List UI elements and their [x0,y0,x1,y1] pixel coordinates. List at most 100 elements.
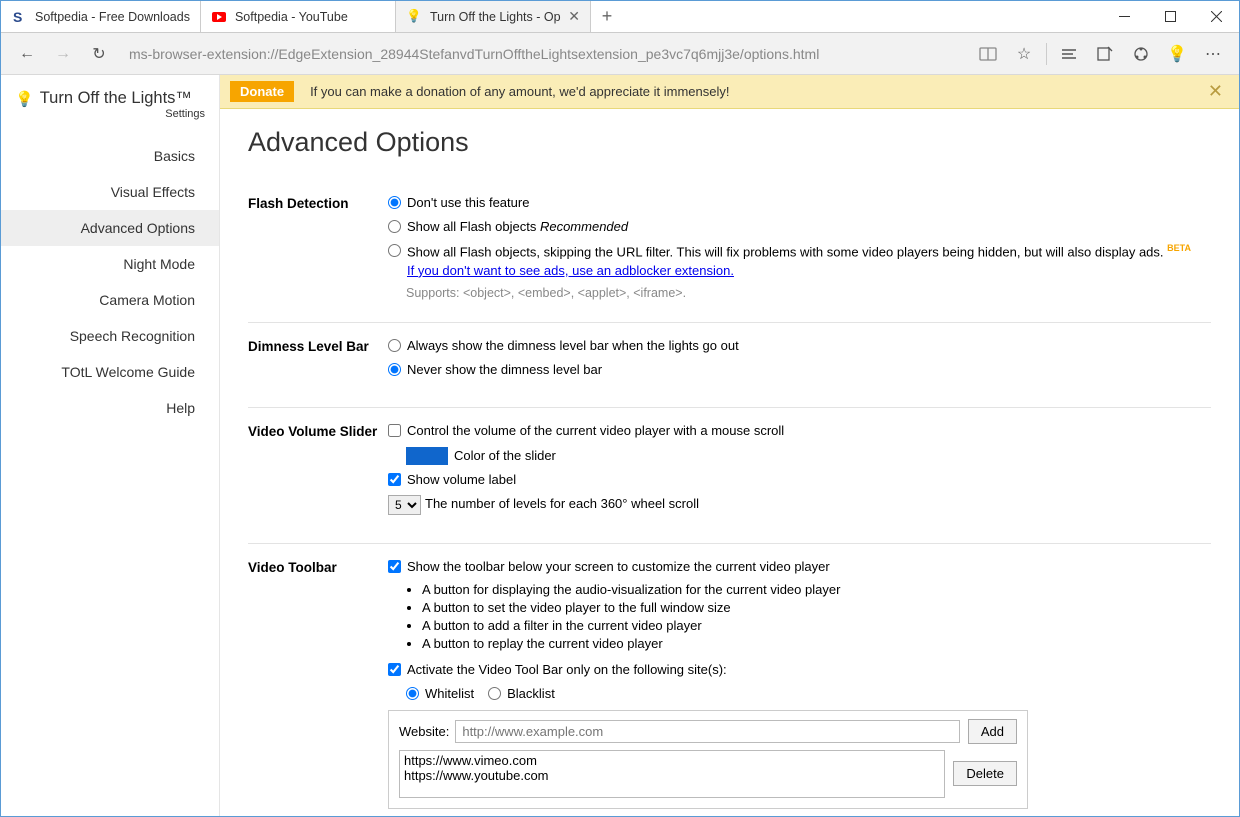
page-title: Advanced Options [248,127,1211,158]
share-icon[interactable] [1123,36,1159,72]
sidebar-item-advanced-options[interactable]: Advanced Options [1,210,219,246]
list-item[interactable]: https://www.youtube.com [404,768,940,783]
more-icon[interactable]: ⋯ [1195,36,1231,72]
titlebar: S Softpedia - Free Downloads Softpedia -… [1,1,1239,33]
refresh-button[interactable]: ↻ [81,36,117,72]
color-label: Color of the slider [454,447,556,465]
radio-flash-dont-use[interactable] [388,196,401,209]
hub-icon[interactable] [1051,36,1087,72]
section-label: Video Toolbar [248,558,388,809]
app-title: Turn Off the Lights™ [40,89,192,108]
select-levels[interactable]: 5 [388,495,421,515]
sidebar-item-speech-recognition[interactable]: Speech Recognition [1,318,219,354]
minimize-button[interactable] [1101,1,1147,32]
sidebar-item-help[interactable]: Help [1,390,219,426]
favicon-youtube [211,9,227,25]
radio-whitelist[interactable] [406,687,419,700]
option-label: Show all Flash objects, skipping the URL… [407,242,1211,280]
option-label: Never show the dimness level bar [407,361,1211,379]
radio-flash-show-all[interactable] [388,220,401,233]
page-content: 💡 Turn Off the Lights™ Settings Basics V… [1,75,1239,816]
list-item: A button to set the video player to the … [422,600,1211,615]
sidebar-item-welcome-guide[interactable]: TOtL Welcome Guide [1,354,219,390]
tab-title: Softpedia - Free Downloads [35,10,190,24]
window-controls [1101,1,1239,32]
sidebar-item-basics[interactable]: Basics [1,138,219,174]
tab-title: Softpedia - YouTube [235,10,385,24]
color-swatch[interactable] [406,447,448,465]
tab-title: Turn Off the Lights - Op [430,10,562,24]
tab-strip: S Softpedia - Free Downloads Softpedia -… [1,1,1101,32]
section-volume-slider: Video Volume Slider Control the volume o… [248,408,1211,544]
toolbar-feature-list: A button for displaying the audio-visual… [422,582,1211,651]
tab-extension[interactable]: 💡 Turn Off the Lights - Op ✕ [396,1,591,32]
reading-view-icon[interactable] [970,36,1006,72]
section-label: Dimness Level Bar [248,337,388,385]
app-logo: 💡 Turn Off the Lights™ [1,85,219,108]
sidebar-item-night-mode[interactable]: Night Mode [1,246,219,282]
notes-icon[interactable] [1087,36,1123,72]
radio-dimness-never[interactable] [388,363,401,376]
favorite-icon[interactable]: ☆ [1006,36,1042,72]
tab-close-icon[interactable]: ✕ [568,8,580,25]
sidebar-item-camera-motion[interactable]: Camera Motion [1,282,219,318]
svg-text:S: S [13,9,22,25]
section-label: Flash Detection [248,194,388,300]
favicon-softpedia: S [11,9,27,25]
list-item: A button to replay the current video pla… [422,636,1211,651]
back-button[interactable]: ← [9,36,45,72]
list-item[interactable]: https://www.vimeo.com [404,753,940,768]
donate-banner: Donate If you can make a donation of any… [220,75,1239,109]
tab-softpedia[interactable]: S Softpedia - Free Downloads [1,1,201,32]
website-field-label: Website: [399,724,449,739]
options-page: Advanced Options Flash Detection Don't u… [220,109,1239,816]
delete-button[interactable]: Delete [953,761,1017,786]
url-listbox[interactable]: https://www.vimeo.com https://www.youtub… [399,750,945,798]
list-item: A button to add a filter in the current … [422,618,1211,633]
section-flash-detection: Flash Detection Don't use this feature S… [248,180,1211,323]
close-window-button[interactable] [1193,1,1239,32]
lightbulb-icon: 💡 [15,90,34,108]
blacklist-label: Blacklist [507,685,555,703]
option-label: Activate the Video Tool Bar only on the … [407,661,1211,679]
option-label: Control the volume of the current video … [407,422,1211,440]
sidebar-item-visual-effects[interactable]: Visual Effects [1,174,219,210]
whitelist-label: Whitelist [425,685,474,703]
tab-youtube[interactable]: Softpedia - YouTube [201,1,396,32]
donate-text: If you can make a donation of any amount… [310,84,1202,99]
checkbox-show-toolbar[interactable] [388,560,401,573]
new-tab-button[interactable]: + [591,1,623,32]
radio-blacklist[interactable] [488,687,501,700]
website-list-box: Website: Add https://www.vimeo.com https… [388,710,1028,809]
extension-lightbulb-icon[interactable]: 💡 [1159,36,1195,72]
address-bar[interactable]: ms-browser-extension://EdgeExtension_289… [129,46,958,62]
checkbox-volume-control[interactable] [388,424,401,437]
favicon-lightbulb: 💡 [406,9,422,25]
donate-button[interactable]: Donate [230,81,294,102]
adblocker-link[interactable]: If you don't want to see ads, use an adb… [407,263,734,278]
option-label: Don't use this feature [407,194,1211,212]
forward-button[interactable]: → [45,36,81,72]
option-label: Show all Flash objects Recommended [407,218,1211,236]
radio-dimness-always[interactable] [388,339,401,352]
section-label: Video Volume Slider [248,422,388,521]
maximize-button[interactable] [1147,1,1193,32]
supports-text: Supports: <object>, <embed>, <applet>, <… [406,286,1211,300]
main-panel: Donate If you can make a donation of any… [220,75,1239,816]
radio-flash-skip-url[interactable] [388,244,401,257]
sidebar: 💡 Turn Off the Lights™ Settings Basics V… [1,75,220,816]
list-item: A button for displaying the audio-visual… [422,582,1211,597]
checkbox-show-volume-label[interactable] [388,473,401,486]
section-dimness: Dimness Level Bar Always show the dimnes… [248,323,1211,408]
option-label: Show volume label [407,471,1211,489]
option-label: Show the toolbar below your screen to cu… [407,558,1211,576]
checkbox-activate-sites[interactable] [388,663,401,676]
website-input[interactable] [455,720,960,743]
add-button[interactable]: Add [968,719,1017,744]
browser-toolbar: ← → ↻ ms-browser-extension://EdgeExtensi… [1,33,1239,75]
separator [1046,43,1047,65]
settings-subtitle: Settings [1,108,219,138]
section-video-toolbar: Video Toolbar Show the toolbar below you… [248,544,1211,816]
donate-close-icon[interactable]: ✕ [1202,81,1229,102]
levels-label: The number of levels for each 360° wheel… [425,495,699,513]
